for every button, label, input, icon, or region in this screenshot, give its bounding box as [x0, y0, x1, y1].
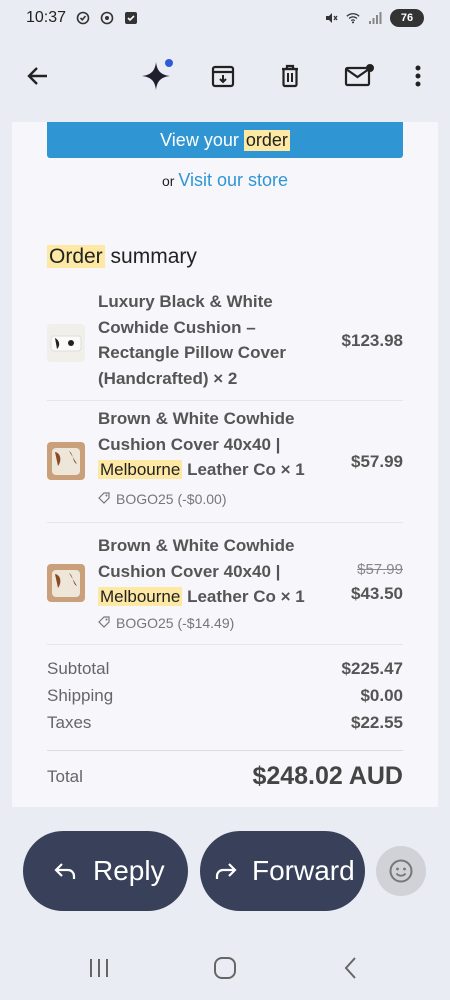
forward-button[interactable]: Forward	[200, 831, 365, 911]
chrome-icon	[100, 11, 114, 25]
visit-store-line: or Visit our store	[12, 170, 438, 191]
checkbox-icon	[124, 11, 138, 25]
search-highlight: Melbourne	[98, 460, 183, 479]
item-title-part: Brown & White Cowhide Cushion Cover 40x4…	[98, 536, 295, 581]
view-order-button[interactable]: View your order	[47, 122, 403, 158]
subtotal-value: $225.47	[341, 659, 403, 678]
product-thumbnail	[47, 564, 85, 602]
smiley-icon	[388, 858, 414, 884]
item-title: Luxury Black & White Cowhide Cushion – R…	[98, 292, 286, 388]
shipping-value: $0.00	[360, 686, 403, 705]
total-row: Total $248.02 AUD	[47, 762, 403, 791]
item-title-part: Brown & White Cowhide Cushion Cover 40x4…	[98, 409, 295, 454]
item-title: Brown & White Cowhide Cushion Cover 40x4…	[98, 533, 318, 610]
emoji-reaction-button[interactable]	[376, 846, 426, 896]
system-nav-bar	[0, 930, 450, 1000]
reply-label: Reply	[93, 855, 165, 886]
back-arrow-icon[interactable]	[16, 54, 60, 98]
forward-icon	[214, 860, 238, 882]
mute-icon	[324, 11, 338, 25]
or-text: or	[161, 173, 175, 189]
totals-section: Subtotal $225.47 Shipping $0.00 Taxes $2…	[47, 659, 403, 739]
forward-label: Forward	[252, 855, 355, 886]
reply-icon	[53, 860, 77, 882]
shipping-row: Shipping $0.00	[47, 686, 403, 706]
visit-store-link[interactable]: Visit our store	[178, 170, 288, 190]
item-price: $123.98	[341, 331, 403, 350]
taxes-value: $22.55	[351, 713, 403, 732]
subtotal-label: Subtotal	[47, 659, 110, 678]
total-divider	[47, 750, 403, 751]
email-body: View your order or Visit our store Order…	[12, 122, 438, 807]
check-circle-icon	[76, 11, 90, 25]
product-thumbnail	[47, 324, 85, 362]
item-discount: BOGO25 (-$14.49)	[98, 615, 234, 631]
home-icon[interactable]	[205, 948, 245, 988]
item-title: Brown & White Cowhide Cushion Cover 40x4…	[98, 406, 318, 483]
total-label: Total	[47, 766, 83, 786]
order-summary-heading: Order summary	[47, 245, 197, 269]
tag-icon	[98, 615, 110, 631]
status-bar: 10:37 76	[0, 0, 450, 36]
subtotal-row: Subtotal $225.47	[47, 659, 403, 679]
order-item: Brown & White Cowhide Cushion Cover 40x4…	[47, 523, 403, 645]
item-title-part: Leather Co × 1	[187, 587, 305, 606]
discount-text: BOGO25 (-$14.49)	[116, 615, 235, 631]
view-order-label: View your	[160, 129, 244, 150]
total-value: $248.02 AUD	[252, 762, 403, 790]
search-highlight: Melbourne	[98, 587, 183, 606]
order-item: Luxury Black & White Cowhide Cushion – R…	[47, 284, 403, 401]
reply-button[interactable]: Reply	[23, 831, 188, 911]
item-price: $57.99	[351, 452, 403, 471]
recent-apps-icon[interactable]	[79, 948, 119, 988]
search-highlight: Order	[47, 245, 105, 268]
taxes-label: Taxes	[47, 713, 92, 732]
item-title-part: Leather Co × 1	[187, 460, 305, 479]
battery-indicator: 76	[390, 9, 424, 27]
strikethrough-price: $57.99	[357, 561, 403, 578]
item-discount: BOGO25 (-$0.00)	[98, 491, 227, 507]
taxes-row: Taxes $22.55	[47, 713, 403, 733]
search-highlight: order	[243, 129, 290, 151]
more-vert-icon[interactable]	[396, 54, 440, 98]
product-thumbnail	[47, 442, 85, 480]
status-time: 10:37	[26, 9, 67, 26]
item-price: $43.50	[351, 584, 403, 603]
archive-icon[interactable]	[201, 54, 245, 98]
back-nav-icon[interactable]	[331, 948, 371, 988]
email-toolbar	[0, 40, 450, 112]
item-original-price: $57.99	[357, 559, 403, 579]
shipping-label: Shipping	[47, 686, 114, 705]
signal-icon	[368, 11, 382, 25]
discount-text: BOGO25 (-$0.00)	[116, 491, 227, 507]
wifi-icon	[346, 11, 360, 25]
tag-icon	[98, 491, 110, 507]
delete-icon[interactable]	[268, 54, 312, 98]
summary-heading-rest: summary	[104, 245, 197, 268]
gemini-sparkle-icon[interactable]	[134, 54, 178, 98]
mark-unread-icon[interactable]	[337, 54, 381, 98]
order-item: Brown & White Cowhide Cushion Cover 40x4…	[47, 401, 403, 523]
